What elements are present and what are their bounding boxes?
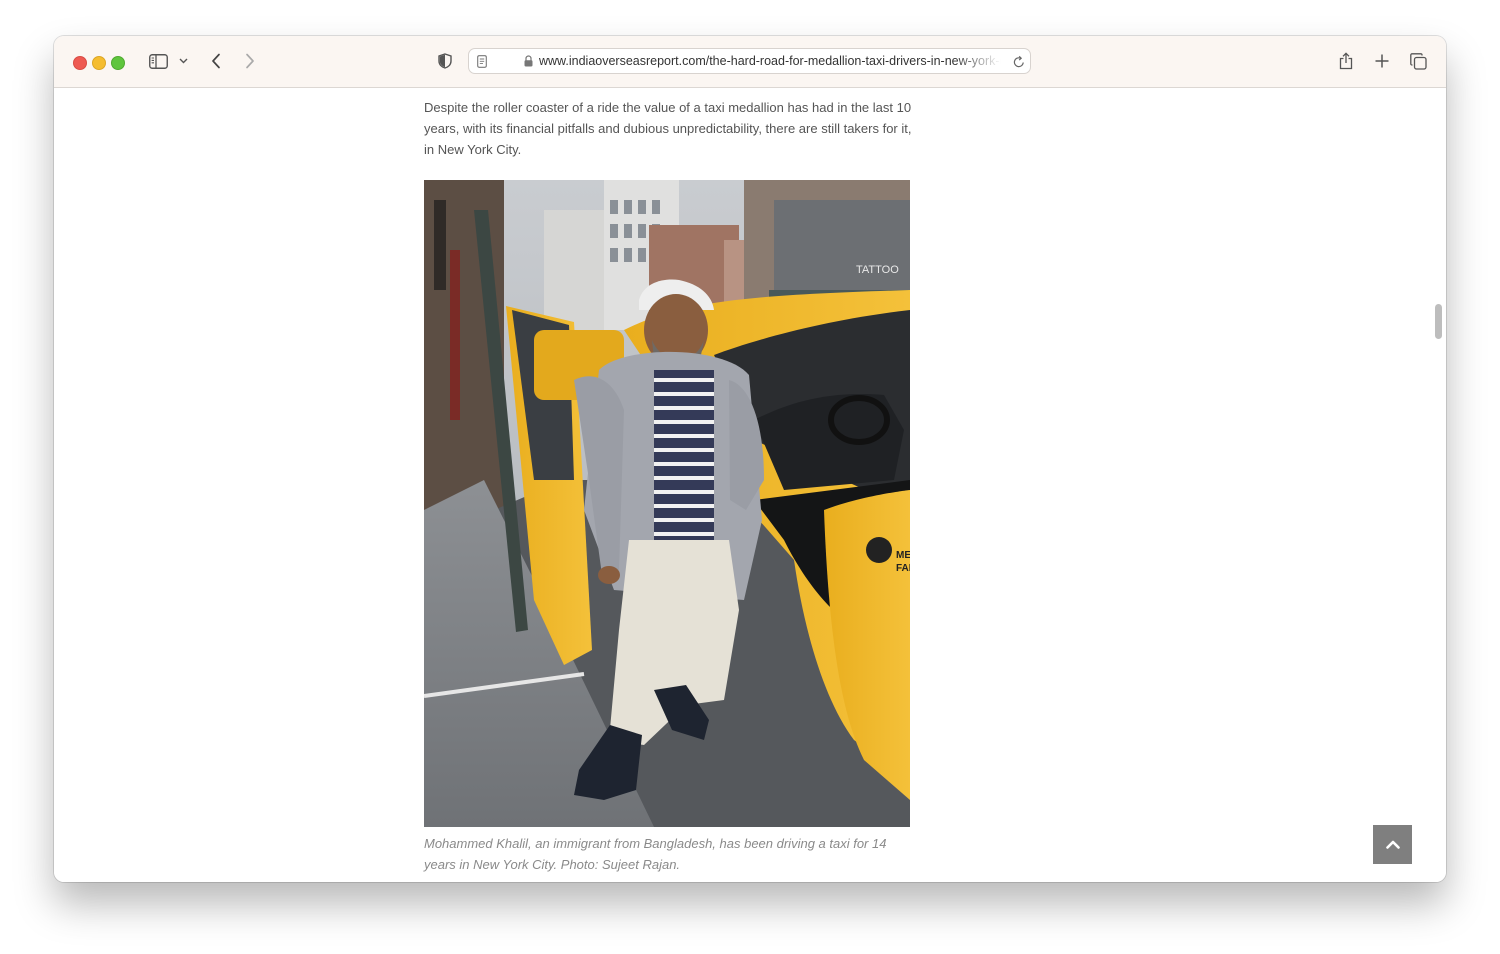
sidebar-icon[interactable] [148,50,168,72]
url-text[interactable]: www.indiaoverseasreport.com/the-hard-roa… [539,54,1001,68]
scrollbar-thumb[interactable] [1435,304,1442,339]
browser-window: www.indiaoverseasreport.com/the-hard-roa… [54,36,1446,882]
close-window-button[interactable] [73,56,87,70]
page-content: Despite the roller coaster of a ride the… [54,88,1446,882]
lock-icon [523,54,533,68]
plus-icon[interactable] [1374,50,1390,72]
back-to-top-button[interactable] [1373,825,1412,864]
chevron-up-icon [1385,840,1400,849]
back-icon[interactable] [208,50,224,72]
forward-icon[interactable] [242,50,258,72]
browser-toolbar: www.indiaoverseasreport.com/the-hard-roa… [54,36,1446,88]
share-icon[interactable] [1338,50,1354,72]
article-photo: TATTOO ME FAI [424,180,910,827]
store-sign-text: TATTOO [856,264,899,276]
tabs-icon[interactable] [1409,50,1427,72]
chevron-down-icon[interactable] [177,50,189,72]
shield-icon[interactable] [437,50,453,72]
reload-icon[interactable] [1012,53,1026,69]
address-bar[interactable]: www.indiaoverseasreport.com/the-hard-roa… [468,48,1031,74]
zoom-window-button[interactable] [111,56,125,70]
cab-logo-text-1: ME [896,550,910,561]
reader-icon[interactable] [476,53,488,69]
minimize-window-button[interactable] [92,56,106,70]
article-paragraph: Despite the roller coaster of a ride the… [424,100,912,157]
photo-caption: Mohammed Khalil, an immigrant from Bangl… [424,836,887,872]
cab-logo-text-2: FAI [896,563,910,574]
